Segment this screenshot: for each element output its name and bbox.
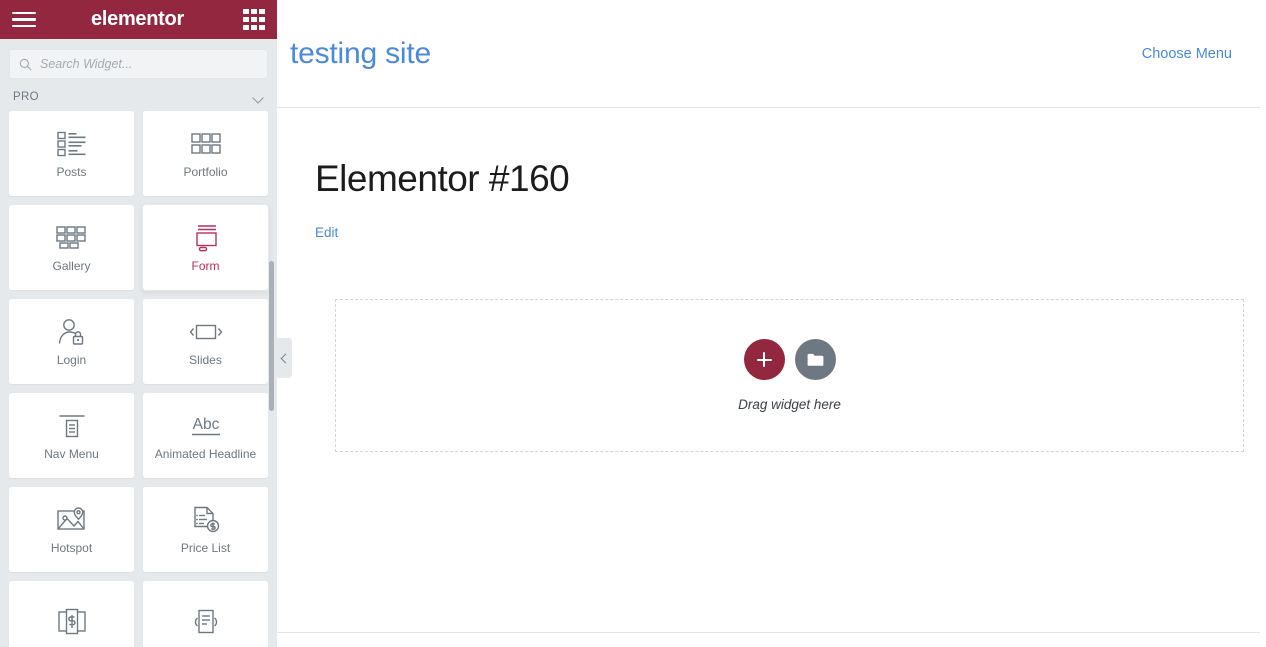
widget-list-scroll: Posts Portfolio Gallery Form Login Slide… [0,111,277,647]
widget-item-price-list[interactable]: Price List [143,487,268,572]
hamburger-menu-icon[interactable] [10,10,38,30]
widget-label: Form [191,259,220,274]
hotspot-image-pin-icon [56,503,88,537]
grid-apps-icon[interactable] [242,8,267,31]
site-header: testing site Choose Menu [277,0,1260,108]
search-box[interactable] [9,49,268,79]
panel-header: elementor [0,0,277,39]
nav-menu-icon [58,409,86,443]
svg-text:Abc: Abc [192,416,219,433]
widget-label: Posts [56,165,87,180]
slides-carousel-icon [189,315,223,349]
portfolio-grid-icon [190,127,221,161]
pricing-table-dollar-icon [57,605,87,639]
add-template-button[interactable] [794,339,836,380]
form-monitor-icon [190,221,222,255]
elementor-editor: elementor PRO [0,0,1266,647]
plus-icon [756,352,772,367]
dropzone-buttons [743,339,836,380]
flip-box-document-icon [191,605,221,639]
chevron-left-icon [280,353,291,363]
widget-item-pricing-table[interactable] [9,581,134,647]
widget-label: Animated Headline [154,447,257,462]
gallery-grid-icon [55,221,88,255]
widget-label: Price List [180,541,231,556]
widget-label: Nav Menu [44,447,99,462]
panel-scrollbar-thumb[interactable] [269,261,274,411]
price-list-document-icon [192,503,220,537]
widget-label: Login [56,353,87,368]
search-input[interactable] [40,57,258,71]
widget-item-login[interactable]: Login [9,299,134,384]
chevron-down-icon [253,94,264,101]
post-area: Elementor #160 Edit [277,108,1266,242]
edit-link[interactable]: Edit [315,225,338,240]
site-title[interactable]: testing site [290,37,431,71]
section-title: PRO [13,91,39,103]
elementor-logo: elementor [91,8,184,30]
widget-label: Slides [189,353,222,368]
widget-label: Hotspot [50,541,93,556]
widget-item-posts[interactable]: Posts [9,111,134,196]
widget-item-hotspot[interactable]: Hotspot [9,487,134,572]
section-header-pro[interactable]: PRO [0,83,277,111]
widget-item-portfolio[interactable]: Portfolio [143,111,268,196]
search-area [0,39,277,79]
widget-item-animated-headline[interactable]: Abc Animated Headline [143,393,268,478]
widget-grid: Posts Portfolio Gallery Form Login Slide… [9,111,268,647]
widget-item-form[interactable]: Form [143,205,268,290]
widget-label: Portfolio [183,165,228,180]
posts-list-icon [56,127,87,161]
widget-panel: elementor PRO [0,0,277,647]
page-title: Elementor #160 [315,158,570,199]
canvas-bottom-divider [277,632,1260,633]
widget-item-slides[interactable]: Slides [143,299,268,384]
widget-item-flip-box[interactable] [143,581,268,647]
widget-item-gallery[interactable]: Gallery [9,205,134,290]
preview-canvas: testing site Choose Menu Elementor #160 … [277,0,1266,647]
widget-item-nav-menu[interactable]: Nav Menu [9,393,134,478]
choose-menu-link[interactable]: Choose Menu [1142,46,1232,62]
panel-collapse-handle[interactable] [277,338,292,378]
login-user-lock-icon [57,315,87,349]
folder-icon [807,353,823,366]
drag-widget-dropzone[interactable]: Drag widget here [335,299,1244,452]
add-new-section-button[interactable] [743,339,785,380]
widget-label: Gallery [52,259,91,274]
search-icon [19,58,32,70]
dropzone-wrapper: Drag widget here [335,299,1244,452]
dropzone-hint: Drag widget here [738,397,841,412]
animated-headline-abc-icon: Abc [186,409,226,443]
